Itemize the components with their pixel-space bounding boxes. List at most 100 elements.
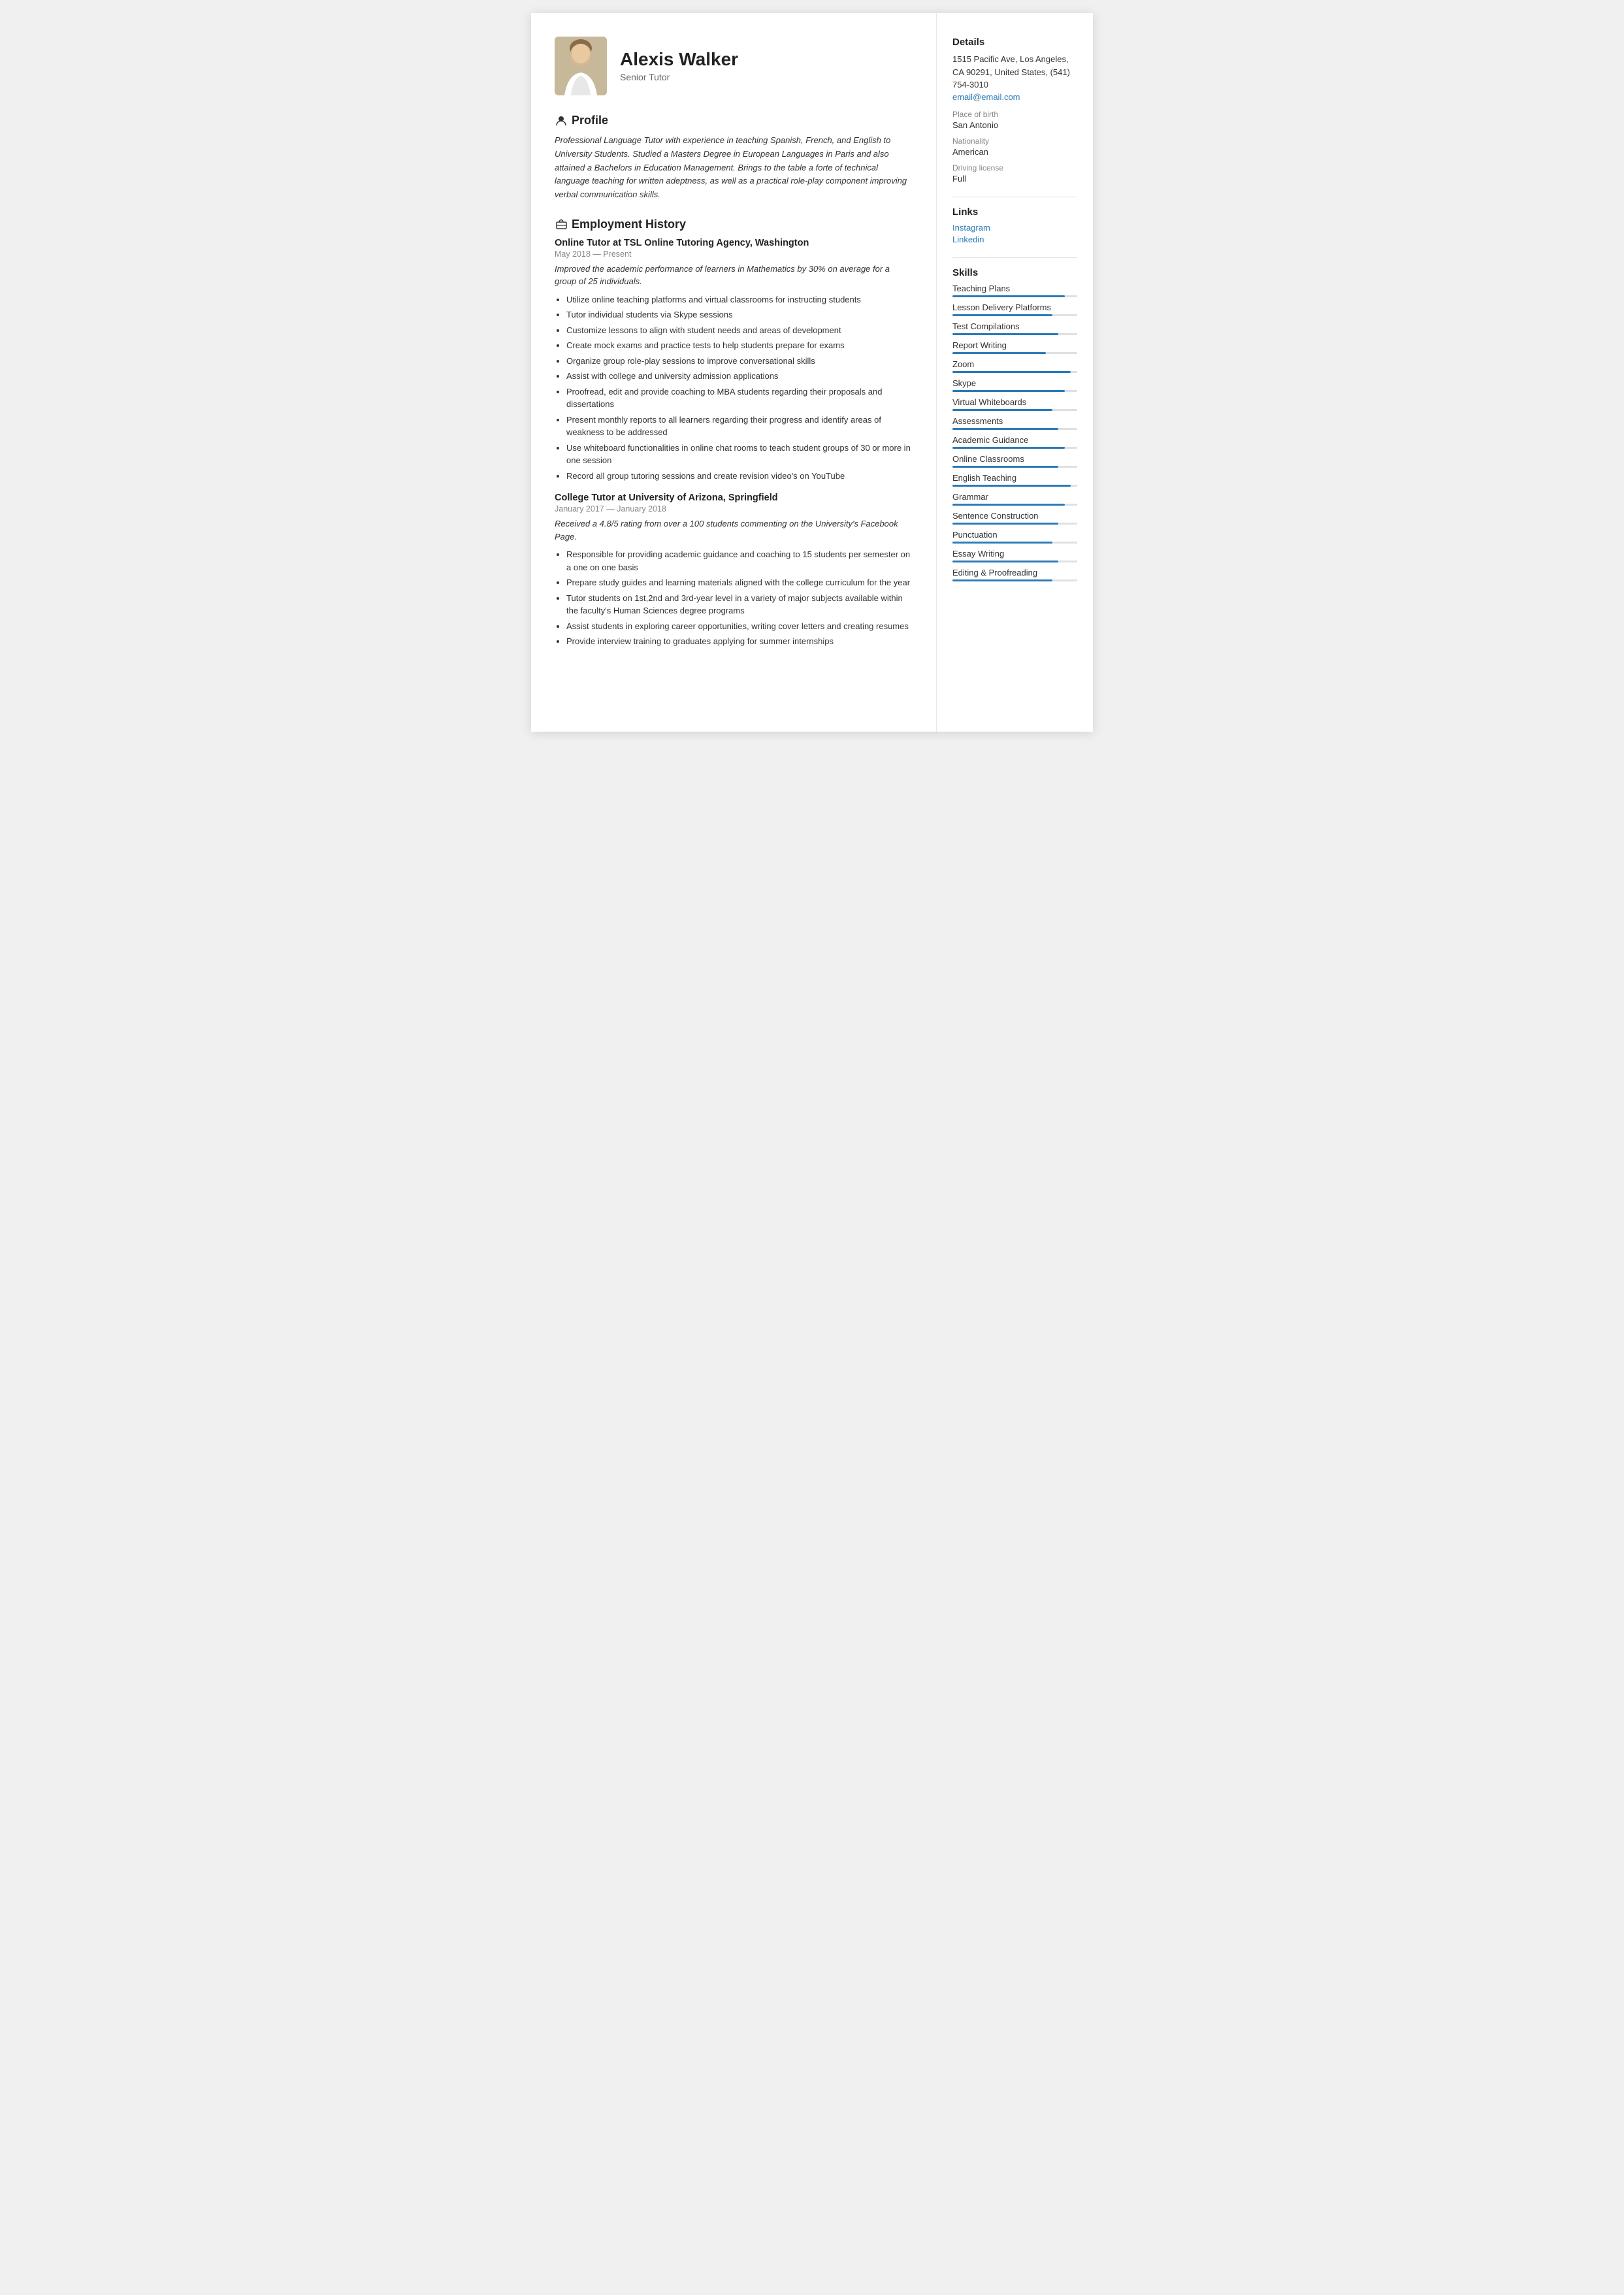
skill-bar-background [952,295,1077,297]
job-2-period: January 2017 — January 2018 [555,504,913,513]
skill-item: Lesson Delivery Platforms [952,302,1077,316]
job-2-title: College Tutor at University of Arizona, … [555,493,913,503]
nationality-label: Nationality [952,137,1077,146]
skill-item: Online Classrooms [952,454,1077,468]
skill-name: Grammar [952,492,1077,502]
skill-item: Teaching Plans [952,284,1077,297]
sidebar-column: Details 1515 Pacific Ave, Los Angeles, C… [936,13,1093,732]
skill-item: Sentence Construction [952,511,1077,525]
list-item: Provide interview training to graduates … [566,635,913,648]
profile-icon [555,114,568,127]
skill-item: Virtual Whiteboards [952,397,1077,411]
skill-item: Editing & Proofreading [952,568,1077,581]
skill-name: Sentence Construction [952,511,1077,521]
skill-item: English Teaching [952,473,1077,487]
list-item: Tutor students on 1st,2nd and 3rd-year l… [566,592,913,617]
skill-item: Report Writing [952,340,1077,354]
email-link[interactable]: email@email.com [952,92,1020,102]
place-of-birth-value: San Antonio [952,120,1077,130]
skill-bar-background [952,371,1077,373]
job-1-summary: Improved the academic performance of lea… [555,263,913,288]
instagram-link[interactable]: Instagram [952,223,1077,233]
skill-item: Zoom [952,359,1077,373]
skill-bar-background [952,428,1077,430]
skill-item: Academic Guidance [952,435,1077,449]
linkedin-link[interactable]: Linkedin [952,235,1077,244]
skill-name: Report Writing [952,340,1077,350]
job-1: Online Tutor at TSL Online Tutoring Agen… [555,238,913,483]
main-column: Alexis Walker Senior Tutor Profile Profe… [531,13,936,732]
employment-section: Employment History Online Tutor at TSL O… [555,218,913,648]
skill-bar-fill [952,371,1071,373]
skill-bar-fill [952,428,1058,430]
skill-name: Test Compilations [952,321,1077,331]
skill-item: Punctuation [952,530,1077,544]
list-item: Responsible for providing academic guida… [566,548,913,574]
skill-bar-background [952,523,1077,525]
list-item: Tutor individual students via Skype sess… [566,308,913,321]
skills-section: Skills Teaching Plans Lesson Delivery Pla… [952,267,1077,581]
list-item: Proofread, edit and provide coaching to … [566,385,913,411]
skill-bar-background [952,485,1077,487]
avatar [555,37,607,95]
skill-bar-background [952,333,1077,335]
skill-bar-fill [952,504,1065,506]
skill-bar-fill [952,447,1065,449]
job-1-title: Online Tutor at TSL Online Tutoring Agen… [555,238,913,248]
skill-bar-fill [952,409,1052,411]
list-item: Utilize online teaching platforms and vi… [566,293,913,306]
skill-item: Assessments [952,416,1077,430]
skill-bar-background [952,542,1077,544]
skills-title: Skills [952,267,1077,278]
list-item: Assist with college and university admis… [566,370,913,383]
skill-bar-fill [952,523,1058,525]
driving-license-value: Full [952,174,1077,184]
skill-bar-fill [952,333,1058,335]
driving-license-label: Driving license [952,163,1077,172]
skill-name: Online Classrooms [952,454,1077,464]
list-item: Use whiteboard functionalities in online… [566,442,913,467]
skill-name: Assessments [952,416,1077,426]
job-1-bullets: Utilize online teaching platforms and vi… [555,293,913,483]
skill-bar-background [952,561,1077,562]
skill-item: Skype [952,378,1077,392]
list-item: Customize lessons to align with student … [566,324,913,337]
employment-section-title: Employment History [555,218,913,231]
skill-name: Essay Writing [952,549,1077,559]
skill-name: Editing & Proofreading [952,568,1077,578]
candidate-title: Senior Tutor [620,72,738,82]
skill-bar-background [952,504,1077,506]
links-section: Links Instagram Linkedin [952,206,1077,244]
list-item: Assist students in exploring career oppo… [566,620,913,633]
profile-section: Profile Professional Language Tutor with… [555,114,913,202]
place-of-birth-label: Place of birth [952,110,1077,119]
skill-bar-background [952,579,1077,581]
skill-bar-background [952,390,1077,392]
job-1-period: May 2018 — Present [555,250,913,259]
details-title: Details [952,37,1077,48]
skill-bar-fill [952,390,1065,392]
skill-name: English Teaching [952,473,1077,483]
profile-text: Professional Language Tutor with experie… [555,134,913,202]
skill-bar-fill [952,314,1052,316]
list-item: Present monthly reports to all learners … [566,414,913,439]
job-2: College Tutor at University of Arizona, … [555,493,913,648]
skill-bar-background [952,314,1077,316]
skill-item: Grammar [952,492,1077,506]
skill-item: Essay Writing [952,549,1077,562]
nationality-value: American [952,147,1077,157]
skill-bar-fill [952,485,1071,487]
address: 1515 Pacific Ave, Los Angeles, CA 90291,… [952,53,1077,91]
skill-name: Skype [952,378,1077,388]
job-2-summary: Received a 4.8/5 rating from over a 100 … [555,517,913,543]
skill-item: Test Compilations [952,321,1077,335]
skill-name: Virtual Whiteboards [952,397,1077,407]
list-item: Record all group tutoring sessions and c… [566,470,913,483]
skills-list: Teaching Plans Lesson Delivery Platforms T… [952,284,1077,581]
skill-bar-fill [952,561,1058,562]
skill-bar-background [952,352,1077,354]
skill-bar-fill [952,466,1058,468]
skill-bar-background [952,466,1077,468]
skill-name: Lesson Delivery Platforms [952,302,1077,312]
skill-bar-fill [952,579,1052,581]
